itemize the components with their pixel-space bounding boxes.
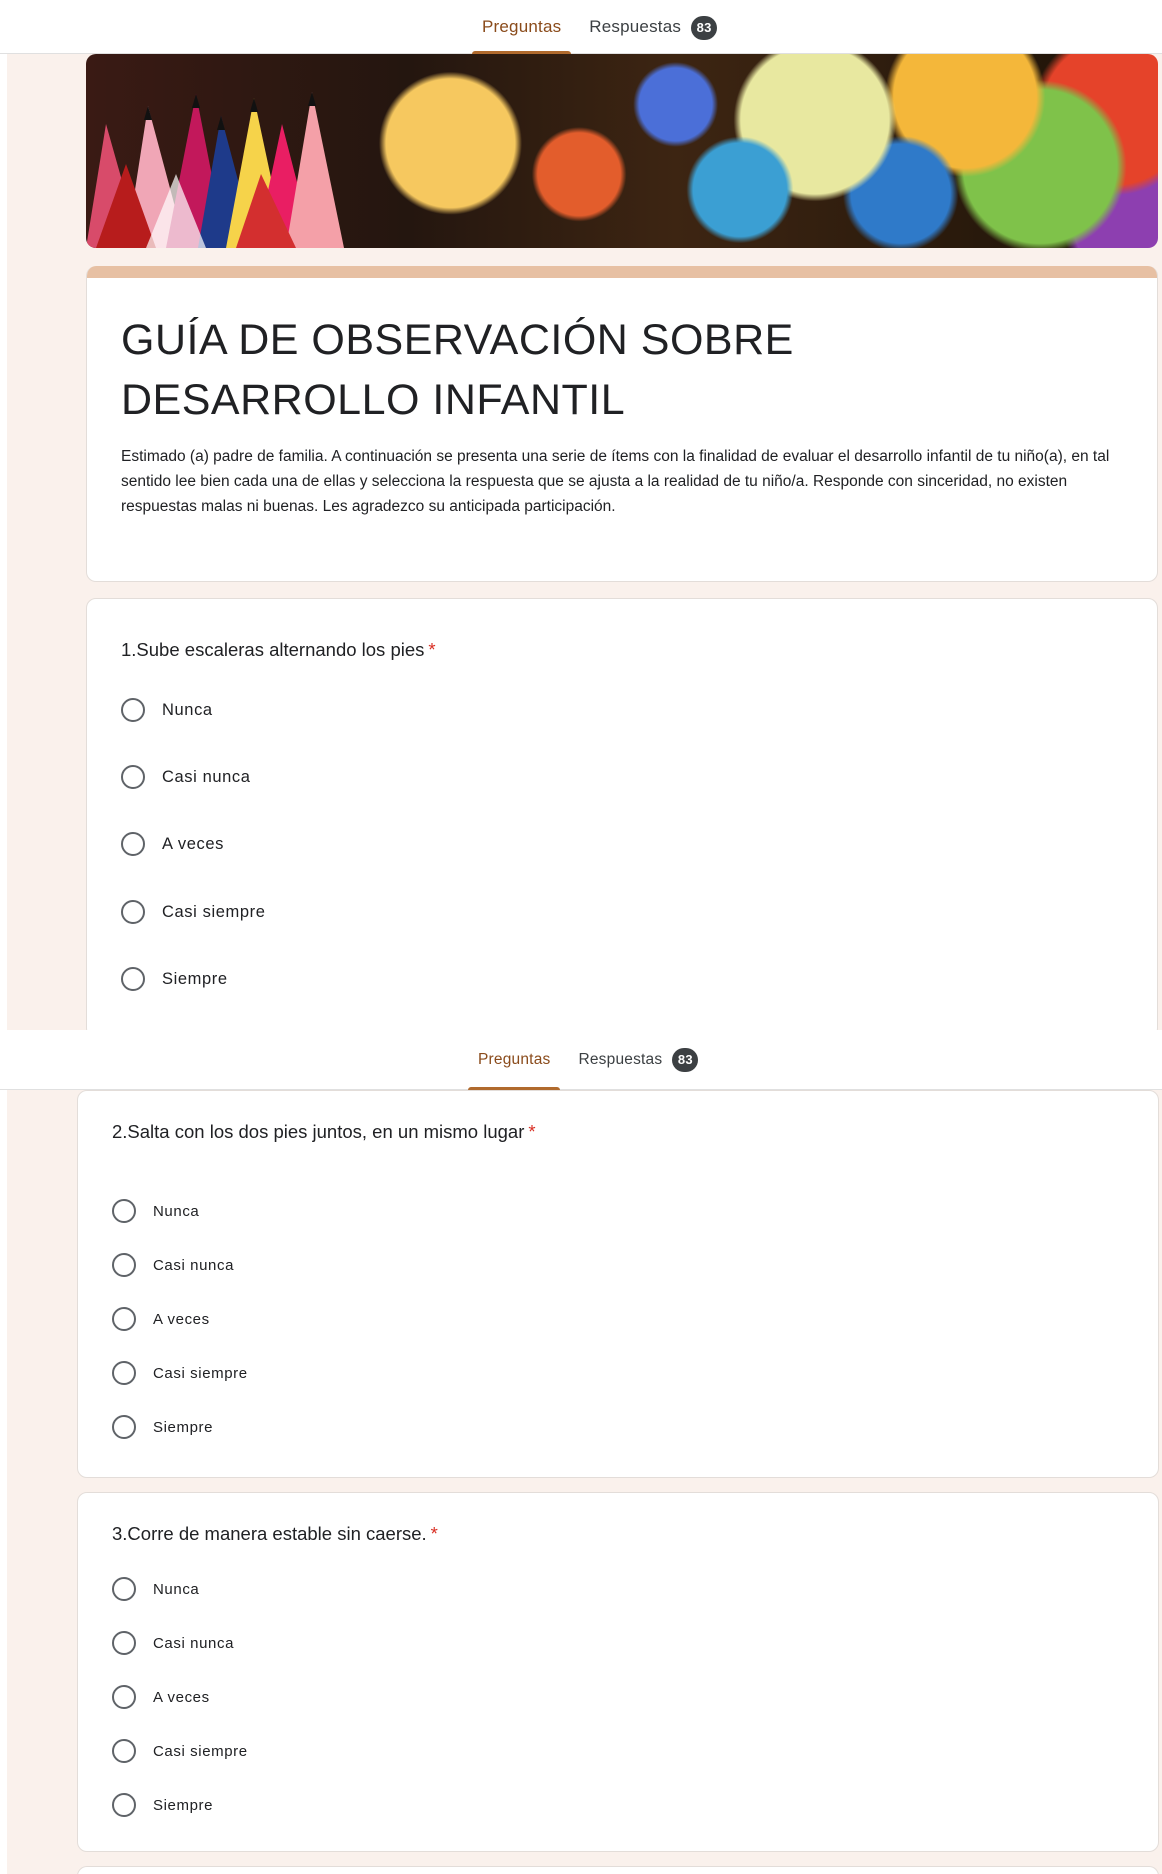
left-edge-strip <box>0 54 7 1030</box>
tab-bar: Preguntas Respuestas 83 <box>0 1030 1162 1090</box>
option-a-veces[interactable]: A veces <box>112 1685 210 1709</box>
option-casi-nunca[interactable]: Casi nunca <box>112 1631 234 1655</box>
tab-questions-label: Preguntas <box>482 17 562 36</box>
radio-unchecked-icon[interactable] <box>121 900 145 924</box>
option-casi-nunca[interactable]: Casi nunca <box>121 765 251 789</box>
option-label: A veces <box>153 1688 210 1706</box>
option-label: A veces <box>153 1310 210 1328</box>
tab-questions[interactable]: Preguntas <box>468 0 575 54</box>
form-editor-view-top: Preguntas Respuestas 83 GUÍA DE OBSERVAC… <box>0 0 1162 1030</box>
form-editor-view-bottom: Preguntas Respuestas 83 2.Salta con los d… <box>0 1030 1162 1874</box>
option-label: Casi siempre <box>153 1364 248 1382</box>
option-a-veces[interactable]: A veces <box>112 1307 210 1331</box>
option-label: Casi nunca <box>153 1256 235 1274</box>
form-description[interactable]: Estimado (a) padre de familia. A continu… <box>121 444 1131 519</box>
required-asterisk: * <box>430 1523 438 1544</box>
radio-unchecked-icon[interactable] <box>121 832 145 856</box>
radio-unchecked-icon[interactable] <box>112 1577 136 1601</box>
option-casi-siempre[interactable]: Casi siempre <box>112 1739 248 1763</box>
required-asterisk: * <box>528 1121 536 1142</box>
required-asterisk: * <box>428 639 436 660</box>
radio-unchecked-icon[interactable] <box>112 1739 136 1763</box>
radio-unchecked-icon[interactable] <box>112 1415 136 1439</box>
option-nunca[interactable]: Nunca <box>121 698 213 722</box>
question-card-2[interactable]: 2.Salta con los dos pies juntos, en un m… <box>77 1090 1159 1478</box>
question-title: 1.Sube escaleras alternando los pies * <box>121 639 436 661</box>
tab-responses[interactable]: Respuestas 83 <box>564 1030 712 1090</box>
tab-responses[interactable]: Respuestas 83 <box>575 0 731 54</box>
option-siempre[interactable]: Siempre <box>112 1793 213 1817</box>
option-label: Siempre <box>162 969 228 988</box>
question-title: 2.Salta con los dos pies juntos, en un m… <box>112 1121 536 1143</box>
option-nunca[interactable]: Nunca <box>112 1199 199 1223</box>
radio-unchecked-icon[interactable] <box>121 765 145 789</box>
option-siempre[interactable]: Siempre <box>112 1415 213 1439</box>
option-label: Casi nunca <box>162 767 251 786</box>
option-casi-siempre[interactable]: Casi siempre <box>121 900 265 924</box>
radio-unchecked-icon[interactable] <box>112 1199 136 1223</box>
question-title: 3.Corre de manera estable sin caerse. * <box>112 1523 438 1545</box>
tab-questions[interactable]: Preguntas <box>464 1030 564 1090</box>
radio-unchecked-icon[interactable] <box>112 1793 136 1817</box>
radio-unchecked-icon[interactable] <box>112 1253 136 1277</box>
option-label: A veces <box>162 834 224 853</box>
tab-responses-label: Respuestas <box>578 1051 663 1068</box>
option-label: Siempre <box>153 1418 214 1436</box>
colored-pencils-image <box>86 92 344 248</box>
option-label: Siempre <box>153 1796 214 1814</box>
question-text: 2.Salta con los dos pies juntos, en un m… <box>112 1121 525 1142</box>
tab-bar: Preguntas Respuestas 83 <box>0 0 1162 54</box>
option-label: Casi nunca <box>153 1634 235 1652</box>
option-a-veces[interactable]: A veces <box>121 832 224 856</box>
question-card-1[interactable]: 1.Sube escaleras alternando los pies * Nu… <box>86 598 1158 1030</box>
responses-count-badge: 83 <box>672 1047 699 1072</box>
option-label: Casi siempre <box>153 1742 248 1760</box>
radio-unchecked-icon[interactable] <box>121 967 145 991</box>
tab-responses-label: Respuestas <box>589 17 682 36</box>
form-header-card[interactable]: GUÍA DE OBSERVACIÓN SOBRE DESARROLLO INF… <box>86 266 1158 582</box>
option-nunca[interactable]: Nunca <box>112 1577 199 1601</box>
option-siempre[interactable]: Siempre <box>121 967 228 991</box>
form-title[interactable]: GUÍA DE OBSERVACIÓN SOBRE DESARROLLO INF… <box>121 310 1081 430</box>
title-accent-strip <box>87 266 1157 278</box>
radio-unchecked-icon[interactable] <box>121 698 145 722</box>
option-label: Nunca <box>162 700 213 719</box>
header-image <box>86 54 1158 248</box>
question-card-3[interactable]: 3.Corre de manera estable sin caerse. * N… <box>77 1492 1159 1852</box>
radio-unchecked-icon[interactable] <box>112 1685 136 1709</box>
option-casi-nunca[interactable]: Casi nunca <box>112 1253 234 1277</box>
option-label: Casi siempre <box>162 902 266 921</box>
option-label: Nunca <box>153 1202 200 1220</box>
tab-questions-label: Preguntas <box>478 1051 551 1068</box>
option-casi-siempre[interactable]: Casi siempre <box>112 1361 248 1385</box>
responses-count-badge: 83 <box>691 15 718 40</box>
radio-unchecked-icon[interactable] <box>112 1307 136 1331</box>
left-edge-strip <box>0 1030 7 1874</box>
radio-unchecked-icon[interactable] <box>112 1361 136 1385</box>
question-text: 1.Sube escaleras alternando los pies <box>121 639 425 660</box>
question-card-4-partial[interactable] <box>77 1866 1159 1874</box>
radio-unchecked-icon[interactable] <box>112 1631 136 1655</box>
question-text: 3.Corre de manera estable sin caerse. <box>112 1523 427 1544</box>
option-label: Nunca <box>153 1580 200 1598</box>
